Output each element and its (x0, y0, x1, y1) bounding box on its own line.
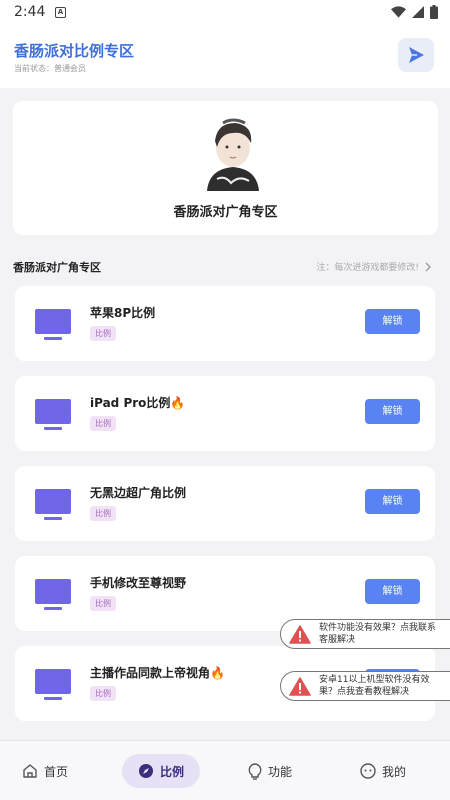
page-title: 香肠派对比例专区 (14, 42, 135, 60)
nav-features[interactable]: 功能 (248, 754, 292, 788)
face-icon (360, 763, 376, 779)
status-time: 2:44 (14, 4, 46, 20)
list-item[interactable]: 苹果8P比例 比例 解锁 (15, 286, 435, 361)
item-tag: 比例 (90, 686, 116, 701)
section-note[interactable]: 注：每次进游戏都要修改! (316, 260, 431, 273)
item-tag: 比例 (90, 326, 116, 341)
nav-home[interactable]: 首页 (22, 754, 68, 788)
membership-status: 当前状态：普通会员 (14, 64, 86, 73)
nav-label: 首页 (44, 764, 69, 779)
item-title: 主播作品同款上帝视角🔥 (90, 666, 225, 680)
unlock-button[interactable]: 解锁 (365, 309, 420, 334)
monitor-icon (35, 309, 71, 340)
monitor-icon (35, 669, 71, 700)
help-toast-tutorial[interactable]: 安卓11以上机型软件没有效果？点我查看教程解决 (280, 671, 450, 701)
warning-icon (289, 676, 311, 696)
help-toast-contact[interactable]: 软件功能没有效果？点我联系客服解决 (280, 619, 450, 649)
item-title: 无黑边超广角比例 (90, 486, 187, 500)
item-tag: 比例 (90, 506, 116, 521)
compass-icon (139, 764, 153, 778)
battery-icon (430, 5, 438, 19)
nav-ratio[interactable]: 比例 (122, 754, 201, 788)
bottom-nav: 首页 比例 功能 我的 (0, 740, 450, 800)
unlock-button[interactable]: 解锁 (365, 579, 420, 604)
item-title: iPad Pro比例🔥 (90, 396, 186, 410)
nav-label: 功能 (268, 764, 293, 779)
monitor-icon (35, 579, 71, 610)
list-item[interactable]: 无黑边超广角比例 比例 解锁 (15, 466, 435, 541)
monitor-icon (35, 399, 71, 430)
toast-text: 软件功能没有效果？点我联系客服解决 (319, 623, 437, 645)
status-bar: 2:44 A (0, 0, 450, 26)
toast-text: 安卓11以上机型软件没有效果？点我查看教程解决 (319, 675, 430, 697)
bulb-icon (248, 762, 262, 780)
section-title: 香肠派对广角专区 (13, 261, 101, 274)
home-icon (23, 764, 37, 778)
item-tag: 比例 (90, 416, 116, 431)
signal-icon (412, 6, 424, 18)
chevron-right-icon (425, 262, 431, 271)
app-header: 香肠派对比例专区 当前状态：普通会员 (0, 26, 450, 88)
avatar (207, 118, 259, 191)
play-send-icon (409, 47, 424, 63)
wifi-icon (391, 6, 406, 18)
profile-name: 香肠派对广角专区 (173, 205, 278, 220)
send-button[interactable] (398, 38, 434, 72)
item-title: 苹果8P比例 (90, 306, 156, 320)
notification-icon: A (55, 7, 66, 18)
section-note-text: 注：每次进游戏都要修改! (316, 263, 419, 273)
profile-card: 香肠派对广角专区 (13, 101, 438, 235)
nav-mine[interactable]: 我的 (360, 754, 406, 788)
nav-label: 我的 (382, 764, 407, 779)
unlock-button[interactable]: 解锁 (365, 489, 420, 514)
list-item[interactable]: iPad Pro比例🔥 比例 解锁 (15, 376, 435, 451)
system-icons (391, 5, 438, 19)
unlock-button[interactable]: 解锁 (365, 399, 420, 424)
item-tag: 比例 (90, 596, 116, 611)
nav-label: 比例 (160, 764, 185, 779)
warning-icon (289, 624, 311, 644)
monitor-icon (35, 489, 71, 520)
item-title: 手机修改至尊视野 (90, 576, 187, 590)
